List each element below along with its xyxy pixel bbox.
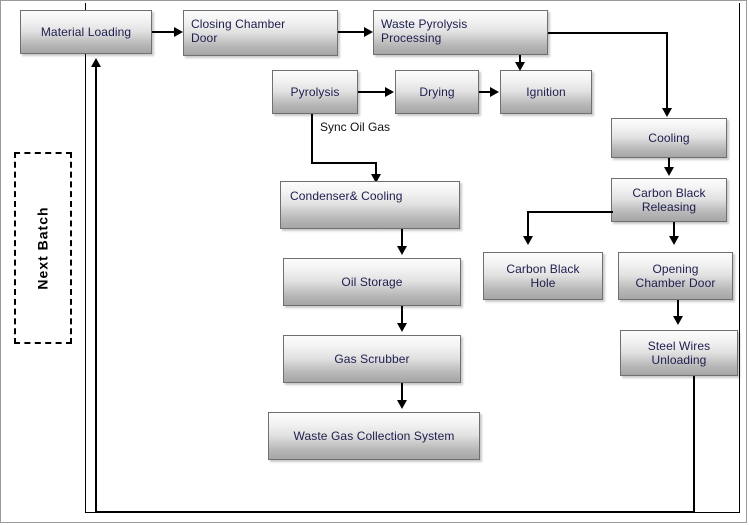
node-condenser-cooling-label: Condenser& Cooling <box>290 189 403 203</box>
node-pyrolysis-label: Pyrolysis <box>290 85 340 99</box>
node-closing-chamber-door[interactable]: Closing Chamber Door <box>183 10 338 56</box>
node-steel-wires-unloading[interactable]: Steel Wires Unloading <box>620 330 738 376</box>
node-oil-storage[interactable]: Oil Storage <box>283 258 461 306</box>
node-waste-gas-collection-system[interactable]: Waste Gas Collection System <box>268 412 480 460</box>
node-oil-storage-label: Oil Storage <box>341 275 403 289</box>
flowchart-canvas: Material Loading Closing Chamber Door Wa… <box>0 0 749 525</box>
arrowhead-cbr-to-ocd <box>669 236 679 245</box>
node-drying-label: Drying <box>419 85 455 99</box>
node-waste-pyrolysis-processing-label: Waste Pyrolysis Processing <box>381 17 468 45</box>
arrowhead-waste-to-ignition <box>515 62 525 71</box>
node-steel-wires-unloading-label: Steel Wires Unloading <box>647 339 711 367</box>
arrowhead-oil-to-scrubber <box>397 323 407 332</box>
edge-material-to-closing <box>152 31 175 33</box>
arrowhead-return-to-material-loading <box>91 58 101 67</box>
node-opening-chamber-door-label: Opening Chamber Door <box>635 262 716 290</box>
node-waste-gas-collection-system-label: Waste Gas Collection System <box>293 429 455 443</box>
node-ignition-label: Ignition <box>526 85 566 99</box>
node-gas-scrubber-label: Gas Scrubber <box>334 352 410 366</box>
node-opening-chamber-door[interactable]: Opening Chamber Door <box>618 252 733 300</box>
arrowhead-closing-to-waste <box>364 27 373 37</box>
node-cooling-label: Cooling <box>648 131 690 145</box>
edge-pyrolysis-to-condenser-v1 <box>311 114 313 164</box>
next-batch-label: Next Batch <box>35 206 52 290</box>
arrowhead-pyrolysis-to-drying <box>385 87 394 97</box>
node-cooling[interactable]: Cooling <box>611 118 727 158</box>
edge-waste-to-cooling-horizontal <box>548 32 668 34</box>
edge-waste-to-cooling-vertical <box>666 32 668 112</box>
node-pyrolysis[interactable]: Pyrolysis <box>272 70 358 114</box>
arrowhead-cooling-to-cbr <box>664 167 674 176</box>
edge-return-vertical-right <box>693 376 695 513</box>
edge-cbr-to-cbh-horizontal <box>527 211 613 213</box>
node-carbon-black-releasing-label: Carbon Black Releasing <box>632 186 706 214</box>
edge-cbr-to-cbh-vertical <box>527 211 529 238</box>
edge-pyrolysis-to-drying <box>358 91 386 93</box>
node-carbon-black-hole[interactable]: Carbon Black Hole <box>483 252 603 300</box>
arrowhead-waste-to-cooling <box>662 108 672 117</box>
node-gas-scrubber[interactable]: Gas Scrubber <box>283 335 461 383</box>
arrowhead-ocd-to-swu <box>673 316 683 325</box>
node-closing-chamber-door-label: Closing Chamber Door <box>191 17 286 45</box>
node-carbon-black-hole-label: Carbon Black Hole <box>506 262 580 290</box>
arrowhead-material-to-closing <box>174 27 183 37</box>
node-material-loading-label: Material Loading <box>40 25 132 39</box>
arrowhead-cbr-to-cbh <box>523 236 533 245</box>
node-waste-pyrolysis-processing[interactable]: Waste Pyrolysis Processing <box>373 10 548 55</box>
edge-label-sync-oil-gas: Sync Oil Gas <box>320 120 391 134</box>
edge-closing-to-waste <box>338 31 365 33</box>
arrowhead-condenser-to-oil <box>397 246 407 255</box>
arrowhead-scrubber-to-wastegas <box>397 400 407 409</box>
edge-return-horizontal-bottom <box>95 511 695 513</box>
arrowhead-drying-to-ignition <box>490 87 499 97</box>
edge-pyrolysis-to-condenser-h <box>311 162 377 164</box>
node-condenser-cooling[interactable]: Condenser& Cooling <box>280 181 460 229</box>
next-batch-label-wrapper: Next Batch <box>14 152 72 344</box>
node-drying[interactable]: Drying <box>395 70 479 114</box>
edge-return-vertical-left <box>95 66 97 513</box>
node-material-loading[interactable]: Material Loading <box>20 10 152 54</box>
node-ignition[interactable]: Ignition <box>500 70 592 114</box>
node-carbon-black-releasing[interactable]: Carbon Black Releasing <box>611 178 727 222</box>
